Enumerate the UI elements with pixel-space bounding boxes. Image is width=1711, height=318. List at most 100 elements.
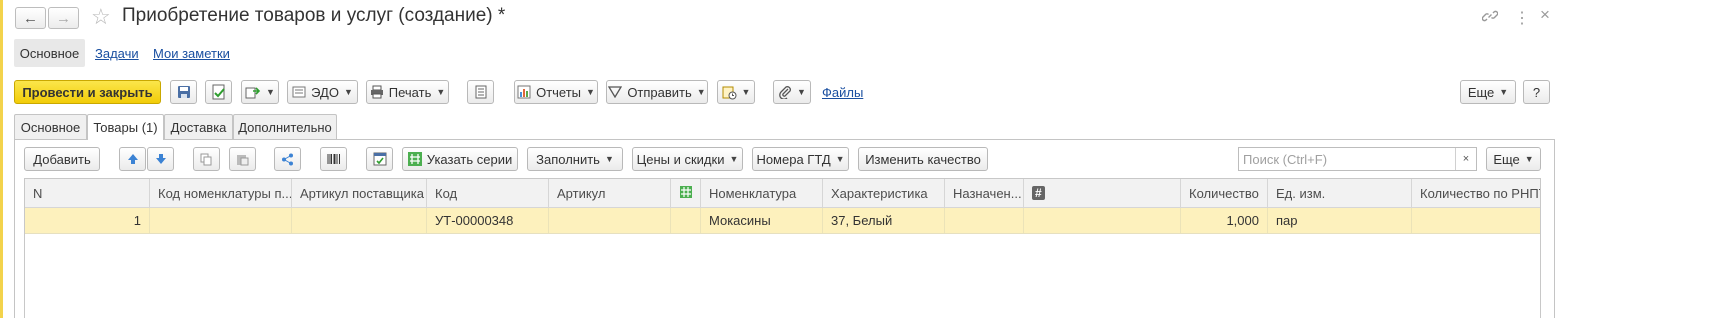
cell-code[interactable]: УТ-00000348 [427,208,549,233]
gtd-numbers-button[interactable]: Номера ГТД ▼ [752,147,849,171]
cell-n[interactable]: 1 [25,208,150,233]
cell-series[interactable] [671,208,701,233]
cell-supplier-article[interactable] [292,208,427,233]
save-icon [177,84,191,100]
cell-nomenclature[interactable]: Мокасины [701,208,823,233]
files-link[interactable]: Файлы [822,85,863,100]
cell-supplier-code[interactable] [150,208,292,233]
chevron-down-icon: ▼ [604,154,614,164]
cell-unit[interactable]: пар [1268,208,1412,233]
cell-article[interactable] [549,208,671,233]
paste-row-button[interactable] [229,147,256,171]
create-based-on-button[interactable]: ▼ [241,80,279,104]
post-document-icon [212,84,226,100]
window-left-accent [0,0,3,318]
report-chart-icon [517,84,531,100]
post-button[interactable] [205,80,232,104]
add-row-button[interactable]: Добавить [24,147,100,171]
tab-delivery[interactable]: Доставка [164,114,233,139]
column-header-n[interactable]: N [25,179,150,207]
print-label: Печать [388,84,432,100]
chevron-down-icon: ▼ [835,154,845,164]
more-menu-icon[interactable]: ⋮ [1514,8,1530,28]
move-down-button[interactable] [147,147,174,171]
column-header-supplier-article[interactable]: Артикул поставщика [292,179,427,207]
split-row-button[interactable] [274,147,301,171]
goods-more-label: Еще [1493,151,1520,167]
chevron-down-icon: ▼ [266,87,275,97]
goods-more-button[interactable]: Еще ▼ [1486,147,1541,171]
table-row[interactable]: 1 УТ-00000348 Мокасины 37, Белый 1,000 п… [25,208,1540,234]
link-icon[interactable] [1481,8,1499,28]
column-header-quantity[interactable]: Количество [1181,179,1268,207]
send-button[interactable]: Отправить ▼ [606,80,708,104]
chevron-down-icon: ▼ [586,87,595,97]
tasks-menu-button[interactable]: ▼ [717,80,755,104]
column-header-nomenclature[interactable]: Номенклатура [701,179,823,207]
structure-button[interactable] [467,80,494,104]
favorite-star-icon[interactable]: ☆ [91,4,111,30]
send-label: Отправить [627,84,692,100]
page-title: Приобретение товаров и услуг (создание) … [122,5,506,26]
reports-button[interactable]: Отчеты ▼ [514,80,598,104]
specify-series-button[interactable]: Указать серии [402,147,518,171]
tab-additional[interactable]: Дополнительно [233,114,337,139]
clear-search-icon[interactable]: × [1455,148,1476,170]
prices-discounts-button[interactable]: Цены и скидки ▼ [632,147,743,171]
search-input[interactable] [1241,148,1455,170]
save-button[interactable] [170,80,197,104]
back-button[interactable]: ← [15,7,46,29]
gtd-numbers-label: Номера ГТД [756,151,831,167]
chevron-down-icon: ▼ [1524,154,1534,164]
column-header-hash[interactable]: # [1024,179,1181,207]
chevron-down-icon: ▼ [741,87,751,97]
move-up-button[interactable] [119,147,146,171]
column-header-characteristic[interactable]: Характеристика [823,179,945,207]
copy-row-button[interactable] [193,147,220,171]
tab-goods[interactable]: Товары (1) [87,114,164,140]
column-header-article[interactable]: Артикул [549,179,671,207]
post-and-close-button[interactable]: Провести и закрыть [14,80,161,104]
section-main[interactable]: Основное [14,39,85,67]
barcode-button[interactable] [320,147,347,171]
column-header-code[interactable]: Код [427,179,549,207]
cell-hash[interactable] [1024,208,1181,233]
help-button[interactable]: ? [1523,80,1550,104]
edo-icon [292,84,306,100]
arrow-left-icon: ← [23,9,38,27]
chevron-down-icon: ▼ [436,87,446,97]
series-grid-icon [679,185,692,201]
table-header: N Код номенклатуры п... Артикул поставщи… [25,179,1540,208]
reports-label: Отчеты [536,84,582,100]
change-quality-button[interactable]: Изменить качество [858,147,988,171]
arrow-right-icon: → [56,9,71,27]
cell-quantity[interactable]: 1,000 [1181,208,1268,233]
prices-discounts-label: Цены и скидки [636,151,725,167]
attachments-button[interactable]: ▼ [773,80,811,104]
column-header-purpose[interactable]: Назначен... [945,179,1024,207]
paste-icon [236,151,249,167]
section-notes-link[interactable]: Мои заметки [153,46,230,61]
more-button[interactable]: Еще ▼ [1460,80,1516,104]
cell-rnpt-quantity[interactable] [1412,208,1540,233]
section-tasks-link[interactable]: Задачи [95,46,139,61]
search-box: × [1238,147,1477,171]
forward-button[interactable]: → [48,7,79,29]
cell-characteristic[interactable]: 37, Белый [823,208,945,233]
check-button[interactable] [366,147,393,171]
column-header-supplier-code[interactable]: Код номенклатуры п... [150,179,292,207]
print-button[interactable]: Печать ▼ [366,80,449,104]
more-label: Еще [1467,84,1495,100]
split-icon [281,151,294,167]
fill-button[interactable]: Заполнить ▼ [527,147,623,171]
column-header-unit[interactable]: Ед. изм. [1268,179,1412,207]
column-header-series-icon[interactable] [671,179,701,207]
cell-purpose[interactable] [945,208,1024,233]
edo-button[interactable]: ЭДО ▼ [287,80,358,104]
chevron-down-icon: ▼ [797,87,806,97]
close-icon[interactable]: × [1540,5,1550,25]
document-list-icon [474,84,487,100]
column-header-rnpt-quantity[interactable]: Количество по РНПТ [1412,179,1540,207]
tab-main[interactable]: Основное [14,114,87,139]
chevron-down-icon: ▼ [343,87,353,97]
